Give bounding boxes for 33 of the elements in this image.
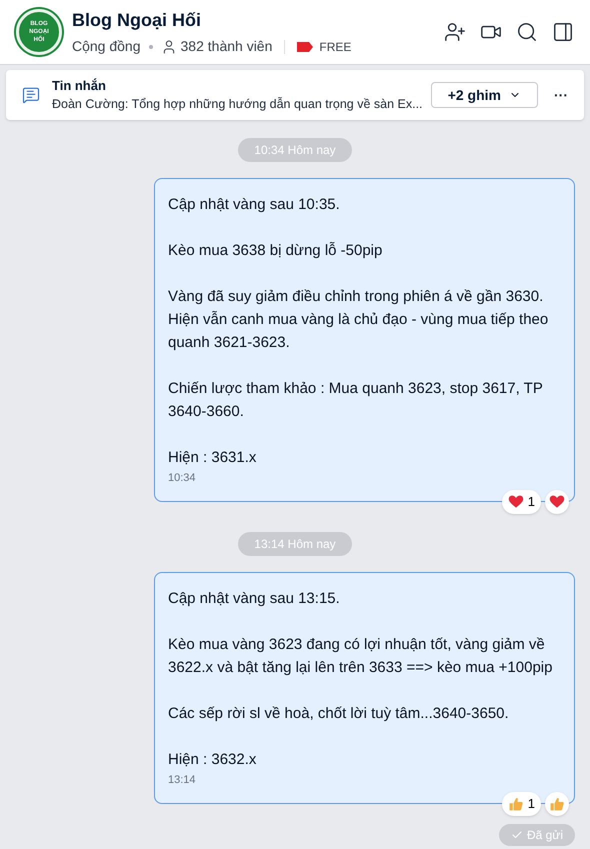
- pins-dropdown[interactable]: +2 ghim: [430, 82, 538, 108]
- group-title: Blog Ngoại Hối: [72, 9, 202, 32]
- thumbs-up-icon: [549, 796, 565, 812]
- message-text: Hiện : 3631.x: [168, 448, 258, 468]
- message-text: Cập nhật vàng sau 10:35.: [168, 195, 341, 215]
- reaction-count[interactable]: 1: [502, 792, 541, 816]
- member-count: 382 thành viên: [180, 37, 272, 56]
- message-time: 10:34: [168, 471, 197, 485]
- message-time: 13:14: [168, 773, 197, 787]
- heart-icon: [549, 494, 565, 510]
- message-text: Các sếp rời sl về hoà, chốt lời tuỳ tâm...3640-3650.: [168, 704, 510, 724]
- reaction-button[interactable]: [545, 490, 569, 514]
- message-text: Kèo mua 3638 bị dừng lỗ -50pip: [168, 241, 384, 261]
- group-type: Cộng đồng: [72, 37, 141, 56]
- plan-label: FREE: [319, 38, 352, 56]
- message-text: Cập nhật vàng sau 13:15.: [168, 589, 341, 609]
- pinned-title: Tin nhắn: [52, 77, 107, 95]
- thumbs-up-icon: [508, 796, 524, 812]
- message-text: Chiến lược tham khảo : Mua quanh 3623, stop 3617, TP 3640-3660.: [168, 379, 544, 422]
- search-button[interactable]: [516, 21, 538, 43]
- pinned-preview: Đoàn Cường: Tổng hợp những hướng dẫn quan trọng về sàn Ex...: [52, 96, 423, 113]
- check-icon: [510, 829, 523, 841]
- message-text: Hiện : 3632.x: [168, 750, 258, 770]
- add-member-button[interactable]: [444, 21, 466, 43]
- tag-icon: [297, 42, 314, 52]
- heart-icon: [508, 494, 524, 510]
- message-text: Kèo mua vàng 3623 đang có lợi nhuận tốt, vàng giảm về 3622.x và bật tăng lại lên trên 3633 ==> kèo mua +100pip: [168, 635, 554, 678]
- more-button[interactable]: ···: [554, 84, 568, 106]
- side-panel-button[interactable]: [552, 21, 574, 43]
- reaction-count[interactable]: 1: [502, 490, 541, 514]
- pinned-message-bar[interactable]: Tin nhắn Đoàn Cường: Tổng hợp những hướng dẫn quan trọng về sàn Ex... +2 ghim ···: [6, 70, 584, 120]
- message-icon: [22, 86, 40, 104]
- message-text: Vàng đã suy giảm điều chỉnh trong phiên á về gần 3630. Hiện vẫn canh mua vàng là chủ đạo - vùng mua tiếp theo quanh 3621-3623.: [168, 287, 550, 353]
